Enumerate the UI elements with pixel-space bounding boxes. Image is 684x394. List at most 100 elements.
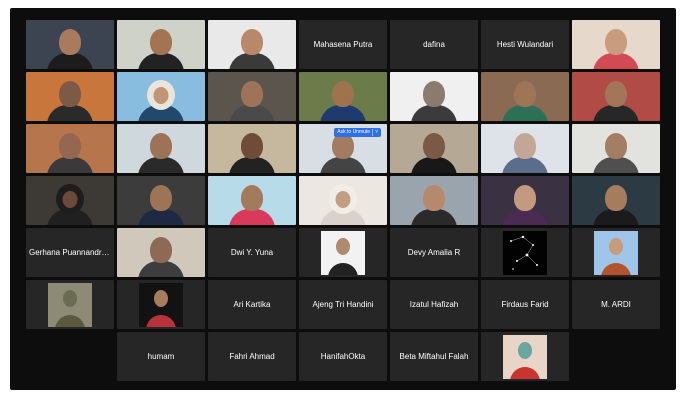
participant-video bbox=[117, 228, 205, 277]
participant-tile[interactable] bbox=[26, 124, 114, 173]
participant-tile[interactable] bbox=[117, 72, 205, 121]
participant-tile[interactable]: Mahasena Putra bbox=[299, 20, 387, 69]
participant-video bbox=[117, 72, 205, 121]
participant-tile[interactable] bbox=[481, 228, 569, 277]
participant-avatar bbox=[503, 334, 547, 379]
participant-tile[interactable]: Izatul Hafizah bbox=[390, 280, 478, 329]
participant-tile[interactable] bbox=[481, 72, 569, 121]
participant-video bbox=[572, 176, 660, 225]
ask-to-unmute-label: Ask to Unmute bbox=[337, 129, 371, 135]
participant-tile[interactable]: Fahri Ahmad bbox=[208, 332, 296, 381]
participant-video bbox=[26, 72, 114, 121]
participant-tile[interactable] bbox=[481, 332, 569, 381]
participant-name: M. ARDI bbox=[601, 299, 631, 309]
participant-tile[interactable] bbox=[299, 228, 387, 277]
participant-video bbox=[390, 176, 478, 225]
participant-video bbox=[572, 72, 660, 121]
participant-video bbox=[208, 176, 296, 225]
participant-name: Fahri Ahmad bbox=[229, 351, 275, 361]
participant-video bbox=[208, 124, 296, 173]
participant-tile[interactable] bbox=[572, 72, 660, 121]
participant-tile[interactable] bbox=[572, 176, 660, 225]
participant-name: Devy Amalia R bbox=[407, 247, 461, 257]
participant-video bbox=[481, 176, 569, 225]
participant-tile[interactable] bbox=[26, 20, 114, 69]
participant-tile[interactable] bbox=[390, 72, 478, 121]
participant-name: HanifahOkta bbox=[320, 351, 366, 361]
participant-tile[interactable]: Hesti Wulandari bbox=[481, 20, 569, 69]
participant-tile[interactable]: HanifahOkta bbox=[299, 332, 387, 381]
participant-video bbox=[481, 124, 569, 173]
participant-name: Beta Miftahul Falah bbox=[399, 351, 469, 361]
participant-tile[interactable] bbox=[208, 124, 296, 173]
participant-tile[interactable] bbox=[26, 72, 114, 121]
participant-avatar bbox=[48, 282, 92, 327]
participant-video bbox=[299, 176, 387, 225]
participant-video bbox=[26, 20, 114, 69]
participant-name: Gerhana Puannandra Putri bbox=[29, 247, 114, 257]
participant-tile[interactable] bbox=[26, 280, 114, 329]
constellation-image bbox=[503, 230, 547, 275]
participant-tile[interactable] bbox=[481, 124, 569, 173]
participant-tile[interactable] bbox=[299, 176, 387, 225]
participant-video bbox=[208, 72, 296, 121]
participant-tile[interactable]: M. ARDI bbox=[572, 280, 660, 329]
participant-name: Ari Kartika bbox=[233, 299, 271, 309]
participant-name: Dwi Y. Yuna bbox=[230, 247, 274, 257]
participant-tile[interactable] bbox=[572, 228, 660, 277]
participant-tile[interactable]: humam bbox=[117, 332, 205, 381]
participant-name: Firdaus Farid bbox=[501, 299, 549, 309]
participant-name: Mahasena Putra bbox=[313, 39, 373, 49]
participant-tile[interactable]: dafina bbox=[390, 20, 478, 69]
participant-name: Izatul Hafizah bbox=[409, 299, 459, 309]
participant-tile[interactable]: Beta Miftahul Falah bbox=[390, 332, 478, 381]
participant-tile[interactable] bbox=[390, 176, 478, 225]
participant-tile[interactable]: Dwi Y. Yuna bbox=[208, 228, 296, 277]
participant-tile[interactable] bbox=[572, 124, 660, 173]
participant-avatar bbox=[594, 230, 638, 275]
participant-tile[interactable]: Ari Kartika bbox=[208, 280, 296, 329]
participant-tile[interactable]: Devy Amalia R bbox=[390, 228, 478, 277]
participant-video bbox=[481, 72, 569, 121]
participant-name: dafina bbox=[423, 39, 445, 49]
participant-name: Ajeng Tri Handini bbox=[312, 299, 374, 309]
participant-video bbox=[390, 124, 478, 173]
participant-video bbox=[572, 124, 660, 173]
participant-tile[interactable]: Firdaus Farid bbox=[481, 280, 569, 329]
participant-tile[interactable] bbox=[208, 176, 296, 225]
participant-gallery: Mahasena Putra dafina Hesti Wulandari Ask t… bbox=[26, 20, 660, 381]
participant-tile[interactable]: Ask to Unmute ˅ bbox=[299, 124, 387, 173]
participant-video bbox=[299, 72, 387, 121]
participant-avatar bbox=[321, 230, 365, 275]
participant-tile[interactable]: Ajeng Tri Handini bbox=[299, 280, 387, 329]
participant-video bbox=[26, 124, 114, 173]
participant-video bbox=[117, 176, 205, 225]
participant-tile[interactable] bbox=[117, 20, 205, 69]
participant-tile[interactable] bbox=[117, 228, 205, 277]
participant-video bbox=[117, 20, 205, 69]
participant-tile[interactable] bbox=[208, 20, 296, 69]
participant-tile[interactable] bbox=[117, 176, 205, 225]
participant-tile bbox=[572, 332, 660, 381]
participant-video bbox=[208, 20, 296, 69]
participant-tile[interactable] bbox=[117, 280, 205, 329]
participant-name: Hesti Wulandari bbox=[496, 39, 554, 49]
participant-tile[interactable] bbox=[481, 176, 569, 225]
participant-tile[interactable] bbox=[26, 176, 114, 225]
participant-video bbox=[572, 20, 660, 69]
participant-tile bbox=[26, 332, 114, 381]
participant-tile[interactable] bbox=[390, 124, 478, 173]
participant-tile[interactable] bbox=[572, 20, 660, 69]
participant-avatar bbox=[139, 282, 183, 327]
participant-tile[interactable] bbox=[208, 72, 296, 121]
participant-name: humam bbox=[147, 351, 175, 361]
participant-video bbox=[26, 176, 114, 225]
participant-video bbox=[390, 72, 478, 121]
participant-tile[interactable] bbox=[299, 72, 387, 121]
participant-video bbox=[117, 124, 205, 173]
ask-to-unmute-button[interactable]: Ask to Unmute ˅ bbox=[334, 128, 381, 137]
meeting-window: Mahasena Putra dafina Hesti Wulandari Ask t… bbox=[10, 8, 676, 390]
participant-tile[interactable]: Gerhana Puannandra Putri bbox=[26, 228, 114, 277]
chevron-down-icon[interactable]: ˅ bbox=[372, 129, 378, 136]
participant-tile[interactable] bbox=[117, 124, 205, 173]
